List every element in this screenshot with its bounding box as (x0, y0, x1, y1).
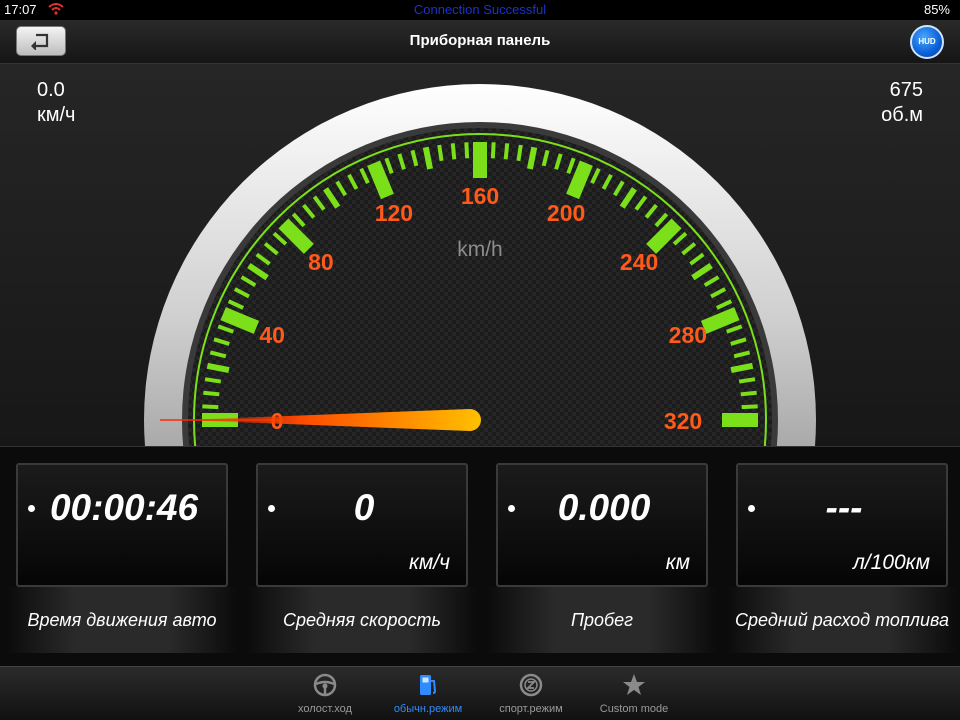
status-bar: 17:07 Connection Successful 85% (0, 0, 960, 20)
panel-unit: л/100км (852, 551, 930, 574)
gauge-unit-label: km/h (457, 238, 503, 261)
gauge-minor-tick (206, 362, 230, 373)
panel-unit: км/ч (408, 551, 450, 574)
panel-label: Средний расход топлива (726, 587, 958, 653)
gauge-minor-tick (450, 143, 457, 160)
steering-wheel-icon (313, 673, 337, 697)
tab-bar: холост.ход обычн.режим спорт.режим Custo… (0, 666, 960, 720)
panel-distance: 0.000 км Пробег (486, 463, 718, 653)
sport-icon (519, 673, 543, 697)
panel-box: 0.000 км (496, 463, 708, 587)
gauge-tick-label: 240 (620, 249, 658, 275)
gauge-tick-label: 120 (375, 200, 413, 226)
gauge-tick-label: 320 (664, 408, 702, 434)
gauge-minor-tick (740, 390, 757, 397)
panel-value: --- (825, 487, 863, 528)
gauge-tick-label: 160 (461, 183, 499, 209)
tab-label: холост.ход (298, 703, 352, 715)
gauge-tick-label: 200 (547, 200, 585, 226)
star-icon (623, 674, 645, 695)
speedometer-gauge: 04080120160200240280320 km/h (144, 84, 816, 446)
hud-button[interactable]: HUD (910, 25, 944, 59)
battery-level: 85% (923, 2, 950, 17)
gauge-minor-tick (741, 404, 758, 410)
gauge-tick-label: 80 (308, 249, 334, 275)
tab-sport-mode[interactable]: спорт.режим (481, 667, 581, 720)
gauge-minor-tick (503, 143, 510, 160)
tab-label: обычн.режим (393, 703, 463, 715)
tab-label: Custom mode (599, 703, 669, 715)
gauge-area: 0.0 км/ч 675 об.м 40 80 120 160 200 240 … (0, 64, 960, 446)
panel-avg-speed: 0 км/ч Средняя скорость (246, 463, 478, 653)
nav-bar: Приборная панель HUD (0, 20, 960, 64)
panel-label: Время движения авто (6, 587, 238, 653)
panel-unit: км (665, 551, 690, 574)
panel-box: 0 км/ч (256, 463, 468, 587)
tab-label: спорт.режим (499, 703, 563, 715)
gauge-minor-tick (204, 377, 222, 384)
connection-status: Connection Successful (413, 2, 547, 17)
gauge-minor-tick (464, 142, 470, 159)
panel-box: 00:00:46 (16, 463, 228, 587)
gauge-minor-tick (527, 146, 538, 170)
panel-value: 0.000 (557, 487, 651, 528)
panel-label: Пробег (486, 587, 718, 653)
tab-normal-mode[interactable]: обычн.режим (378, 667, 478, 720)
gauge-tick-label: 280 (669, 322, 707, 348)
gauge-minor-tick (516, 144, 523, 162)
panel-value: 00:00:46 (49, 487, 199, 528)
panel-box: --- л/100км (736, 463, 948, 587)
tab-custom-mode[interactable]: Custom mode (584, 667, 684, 720)
panel-fuel-consumption: --- л/100км Средний расход топлива (726, 463, 958, 653)
gauge-minor-tick (490, 142, 496, 159)
gauge-minor-tick (738, 377, 756, 384)
panel-drive-time: 00:00:46 Время движения авто (6, 463, 238, 653)
gauge-tick-label: 40 (259, 322, 285, 348)
tab-idle[interactable]: холост.ход (275, 667, 375, 720)
gauge-minor-tick (203, 390, 220, 397)
gauge-minor-tick (202, 404, 219, 410)
trip-info-panels: 00:00:46 Время движения авто 0 км/ч Сред… (0, 446, 960, 666)
panel-value: 0 (353, 487, 375, 528)
page-title: Приборная панель (409, 32, 551, 49)
gauge-minor-tick (437, 144, 444, 162)
panel-label: Средняя скорость (246, 587, 478, 653)
fuel-pump-icon (420, 675, 437, 695)
gauge-minor-tick (422, 146, 433, 170)
gauge-minor-tick (730, 362, 754, 373)
